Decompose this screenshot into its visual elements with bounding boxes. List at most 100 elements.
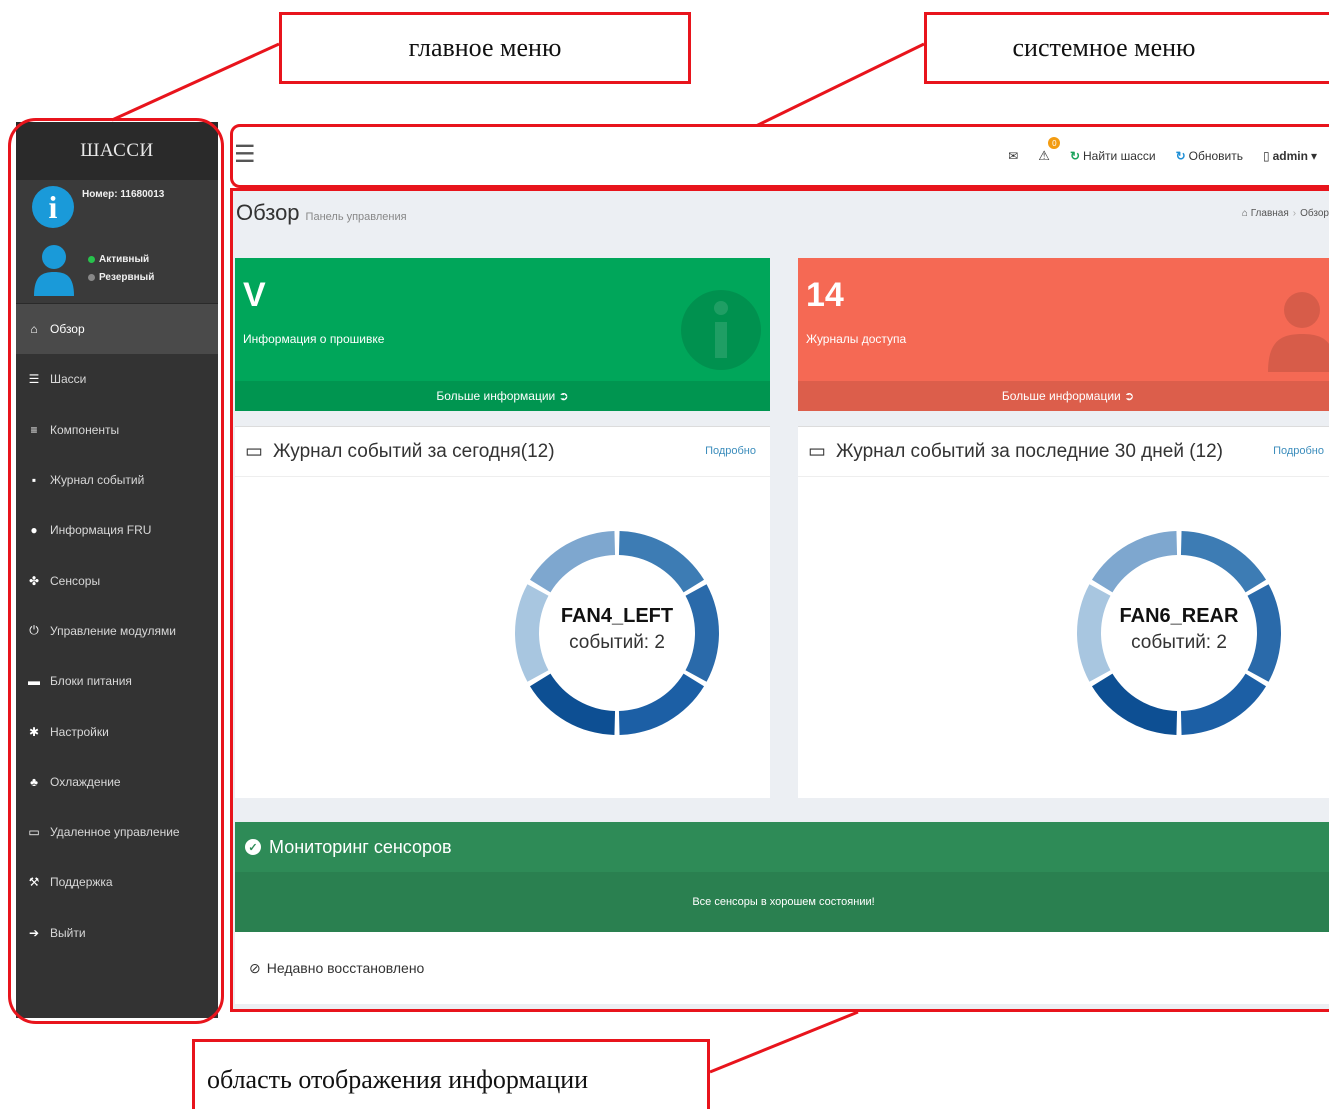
arrow-circle-icon: ➲ — [558, 389, 569, 403]
user-name: admin — [1272, 149, 1308, 163]
main-menu-sidebar: ШАССИ i Номер: 11680013 Активный Резервн… — [16, 122, 218, 1018]
find-chassis-button[interactable]: ↻ Найти шасси — [1070, 149, 1156, 163]
breadcrumb-home[interactable]: Главная — [1251, 208, 1289, 219]
logout-icon: ➔ — [28, 925, 40, 940]
status-reserve-label: Резервный — [99, 272, 155, 283]
sidebar-item-label: Поддержка — [50, 875, 113, 890]
info-area-callout: область отображения информации — [192, 1039, 710, 1109]
arrow-circle-icon: ➲ — [1124, 389, 1135, 403]
sidebar-item-logout[interactable]: ➔ Выйти — [16, 908, 218, 958]
firmware-label: Информация о прошивке — [243, 332, 385, 346]
access-logs-more-link[interactable]: Больше информации ➲ — [798, 381, 1329, 411]
page: главное меню системное меню область отоб… — [0, 0, 1329, 1109]
refresh-button[interactable]: ↻ Обновить — [1176, 149, 1243, 163]
system-menu-pointer — [755, 42, 925, 128]
sidebar-item-module-management[interactable]: ⏻ Управление модулями — [16, 606, 218, 656]
sensor-monitoring-message: Все сенсоры в хорошем состоянии! — [235, 872, 1329, 932]
donut-segment — [1180, 531, 1267, 593]
events-today-title: Журнал событий за сегодня(12) — [272, 440, 555, 462]
donut-segment — [529, 531, 616, 593]
monitor-icon: ▭ — [28, 825, 40, 840]
donut-segment — [1180, 673, 1267, 735]
caret-down-icon: ▾ — [1310, 149, 1317, 163]
refresh-green-icon: ↻ — [1069, 149, 1081, 163]
home-icon: ⌂ — [30, 322, 38, 337]
status-active: Активный — [88, 254, 149, 265]
events-30days-more-link[interactable]: Подробно — [1273, 445, 1324, 457]
donut-center-name: FAN6_REAR — [1119, 605, 1239, 627]
sidebar-item-label: Компоненты — [50, 422, 120, 437]
sidebar-title: ШАССИ — [16, 122, 218, 180]
list-icon: ☰ — [28, 372, 40, 387]
info-area-pointer — [709, 1010, 859, 1074]
power-icon: ⏻ — [29, 623, 39, 638]
sidebar-item-label: Настройки — [50, 724, 109, 739]
sidebar-item-label: Информация FRU — [50, 523, 152, 538]
page-title: Обзор — [236, 200, 300, 225]
system-menu-callout: системное меню — [924, 12, 1329, 84]
sensor-monitoring-title: Мониторинг сенсоров — [269, 836, 452, 857]
home-icon: ⌂ — [1241, 208, 1251, 219]
messages-button[interactable]: ✉ — [1008, 149, 1018, 163]
sidebar-item-label: Журнал событий — [50, 473, 145, 488]
info-display-area: Обзор Панель управления ⌂ Главная › Обзор V… — [232, 190, 1329, 1010]
firmware-value: V — [243, 276, 266, 314]
sidebar-info: i Номер: 11680013 Активный Резервный — [16, 180, 218, 304]
user-menu[interactable]: ▯ admin ▾ — [1263, 149, 1317, 163]
content-header: Обзор Панель управления ⌂ Главная › Обзор — [236, 200, 1329, 230]
status-active-label: Активный — [99, 254, 150, 265]
sidebar-item-overview[interactable]: ⌂ Обзор — [16, 304, 218, 355]
system-menu-topbar: ☰ ✉ ⚠ 0 ↻ Найти шасси ↻ Обновить ▯ admin ▾ — [232, 126, 1329, 186]
events-30days-header: ▭ Журнал событий за последние 30 дней (12… — [798, 427, 1329, 477]
sidebar-item-components[interactable]: ≡ Компоненты — [16, 405, 218, 455]
system-menu-callout-text: системное меню — [1012, 33, 1196, 62]
sidebar-item-label: Удаленное управление — [50, 825, 180, 840]
info-icon — [681, 290, 761, 370]
access-logs-label: Журналы доступа — [806, 332, 907, 346]
alerts-button[interactable]: ⚠ 0 — [1038, 137, 1061, 164]
sidebar-item-support[interactable]: ⚒ Поддержка — [16, 857, 218, 907]
breadcrumb-current: Обзор — [1300, 208, 1329, 219]
sensors-icon: ✤ — [28, 573, 40, 588]
recently-restored: ⊘ Недавно восстановлено — [235, 932, 1329, 1004]
sidebar-item-chassis[interactable]: ☰ Шасси — [16, 354, 218, 404]
events-30days-panel: ▭ Журнал событий за последние 30 дней (12… — [798, 426, 1329, 798]
events-today-more-link[interactable]: Подробно — [705, 445, 756, 457]
chassis-number: Номер: 11680013 — [82, 189, 165, 200]
user-icon — [34, 245, 74, 296]
sidebar-item-power-supplies[interactable]: ▬ Блоки питания — [16, 656, 218, 706]
sidebar-item-remote-control[interactable]: ▭ Удаленное управление — [16, 807, 218, 857]
sidebar-item-event-log[interactable]: ▪ Журнал событий — [16, 455, 218, 505]
topbar-actions: ✉ ⚠ 0 ↻ Найти шасси ↻ Обновить ▯ admin ▾ — [1008, 126, 1317, 186]
check-circle-outline-icon: ⊘ — [249, 959, 261, 976]
firmware-more-label: Больше информации — [436, 389, 556, 403]
menu-toggle-icon[interactable]: ☰ — [234, 140, 256, 169]
sidebar-item-settings[interactable]: ✱ Настройки — [16, 706, 218, 756]
recently-restored-label: Недавно восстановлено — [266, 960, 425, 976]
fan-icon: ♣ — [30, 774, 38, 789]
sidebar-item-fru-info[interactable]: ● Информация FRU — [16, 505, 218, 555]
sidebar-item-label: Обзор — [50, 322, 85, 337]
donut-center: FAN6_REAR событий: 2 — [1074, 605, 1284, 654]
sidebar-item-cooling[interactable]: ♣ Охлаждение — [16, 757, 218, 807]
firmware-more-link[interactable]: Больше информации ➲ — [235, 381, 770, 411]
components-icon: ≡ — [30, 422, 38, 437]
donut-segment — [1091, 531, 1178, 593]
user-card-icon: ▯ — [1263, 149, 1270, 163]
inbox-icon: ▭ — [808, 441, 826, 462]
sidebar-item-label: Управление модулями — [50, 623, 176, 638]
main-menu-callout: главное меню — [279, 12, 691, 84]
sidebar-item-label: Сенсоры — [50, 573, 101, 588]
sidebar-menu: ⌂ Обзор ☰ Шасси ≡ Компоненты ▪ Журнал событи… — [16, 304, 218, 958]
file-icon: ▪ — [31, 473, 37, 488]
sensor-monitoring-panel: ✓ Мониторинг сенсоров Все сенсоры в хорош… — [235, 822, 1329, 932]
main-menu-pointer — [111, 42, 280, 122]
alerts-badge: 0 — [1048, 137, 1061, 149]
donut-center-count: событий: 2 — [569, 632, 665, 653]
donut-segment — [529, 673, 616, 735]
sensor-monitoring-header: ✓ Мониторинг сенсоров — [235, 822, 1329, 872]
sidebar-item-sensors[interactable]: ✤ Сенсоры — [16, 555, 218, 605]
sidebar-item-label: Выйти — [50, 925, 86, 940]
access-logs-value: 14 — [806, 276, 844, 314]
refresh-label: Обновить — [1188, 149, 1244, 163]
